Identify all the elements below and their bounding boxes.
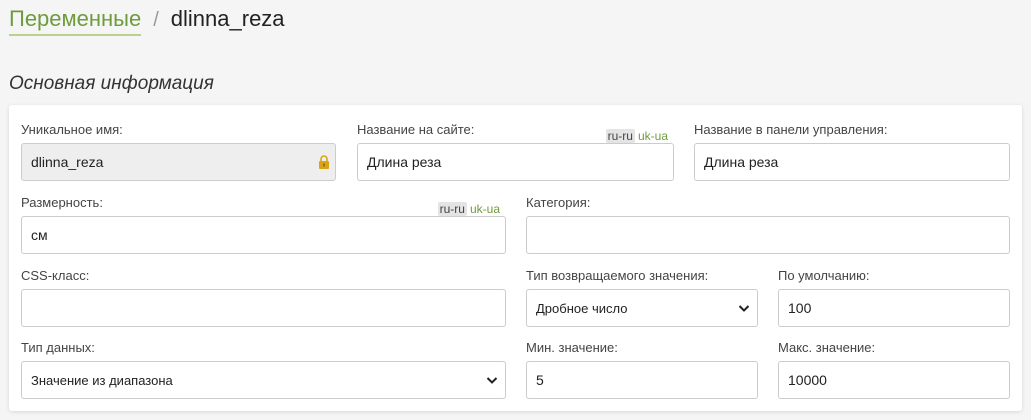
- dimension-label: Размерность:: [21, 195, 103, 210]
- data-type-field: Тип данных: Значение из диапазона: [21, 340, 506, 399]
- site-name-lang-switch: ru-ru uk-ua: [605, 129, 668, 143]
- admin-name-input[interactable]: Длина реза: [694, 143, 1010, 181]
- data-type-value: Значение из диапазона: [31, 372, 173, 388]
- lang-tab-uk-ua[interactable]: uk-ua: [638, 129, 668, 143]
- return-type-select[interactable]: Дробное число: [526, 289, 758, 327]
- min-value-value: 5: [536, 372, 544, 388]
- max-value-label: Макс. значение:: [778, 340, 876, 355]
- css-class-field: CSS-класс:: [21, 268, 506, 327]
- unique-name-label: Уникальное имя:: [21, 122, 123, 137]
- css-class-input[interactable]: [21, 289, 506, 327]
- default-field: По умолчанию: 100: [778, 268, 1010, 327]
- return-type-field: Тип возвращаемого значения: Дробное числ…: [526, 268, 758, 327]
- max-value-field: Макс. значение: 10000: [778, 340, 1010, 399]
- data-type-label: Тип данных:: [21, 340, 95, 355]
- default-label: По умолчанию:: [778, 268, 870, 283]
- breadcrumb: Переменные / dlinna_reza: [9, 6, 285, 36]
- data-type-select[interactable]: Значение из диапазона: [21, 361, 506, 399]
- unique-name-input: dlinna_reza: [21, 143, 336, 181]
- return-type-value: Дробное число: [536, 300, 628, 316]
- unique-name-field: Уникальное имя: dlinna_reza: [21, 122, 336, 181]
- lang-tab-ru-ru[interactable]: ru-ru: [605, 129, 635, 143]
- admin-name-value: Длина реза: [704, 154, 779, 170]
- unique-name-value: dlinna_reza: [31, 154, 104, 170]
- breadcrumb-separator: /: [153, 9, 159, 31]
- dimension-value: см: [31, 227, 48, 243]
- max-value-value: 10000: [788, 372, 827, 388]
- css-class-label: CSS-класс:: [21, 268, 90, 283]
- dimension-field: Размерность: ru-ru uk-ua см: [21, 195, 506, 254]
- dimension-input[interactable]: см: [21, 216, 506, 254]
- lang-tab-uk-ua[interactable]: uk-ua: [470, 202, 500, 216]
- admin-name-label: Название в панели управления:: [694, 122, 888, 137]
- min-value-label: Мин. значение:: [526, 340, 618, 355]
- site-name-field: Название на сайте: ru-ru uk-ua Длина рез…: [357, 122, 674, 181]
- return-type-label: Тип возвращаемого значения:: [526, 268, 709, 283]
- category-input[interactable]: [526, 216, 1010, 254]
- admin-name-field: Название в панели управления: Длина реза: [694, 122, 1010, 181]
- dimension-lang-switch: ru-ru uk-ua: [437, 202, 500, 216]
- default-value: 100: [788, 300, 812, 316]
- lock-icon: [319, 155, 329, 169]
- main-info-card: Уникальное имя: dlinna_reza Название на …: [9, 105, 1022, 411]
- lang-tab-ru-ru[interactable]: ru-ru: [437, 202, 467, 216]
- breadcrumb-link-variables[interactable]: Переменные: [9, 6, 142, 36]
- default-input[interactable]: 100: [778, 289, 1010, 327]
- site-name-input[interactable]: Длина реза: [357, 143, 674, 181]
- chevron-down-icon: [486, 377, 498, 384]
- chevron-down-icon: [738, 305, 750, 312]
- max-value-input[interactable]: 10000: [778, 361, 1010, 399]
- min-value-field: Мин. значение: 5: [526, 340, 758, 399]
- site-name-value: Длина реза: [367, 154, 442, 170]
- section-title: Основная информация: [9, 73, 214, 94]
- category-field: Категория:: [526, 195, 1010, 254]
- min-value-input[interactable]: 5: [526, 361, 758, 399]
- category-label: Категория:: [526, 195, 591, 210]
- page-title: dlinna_reza: [170, 6, 285, 31]
